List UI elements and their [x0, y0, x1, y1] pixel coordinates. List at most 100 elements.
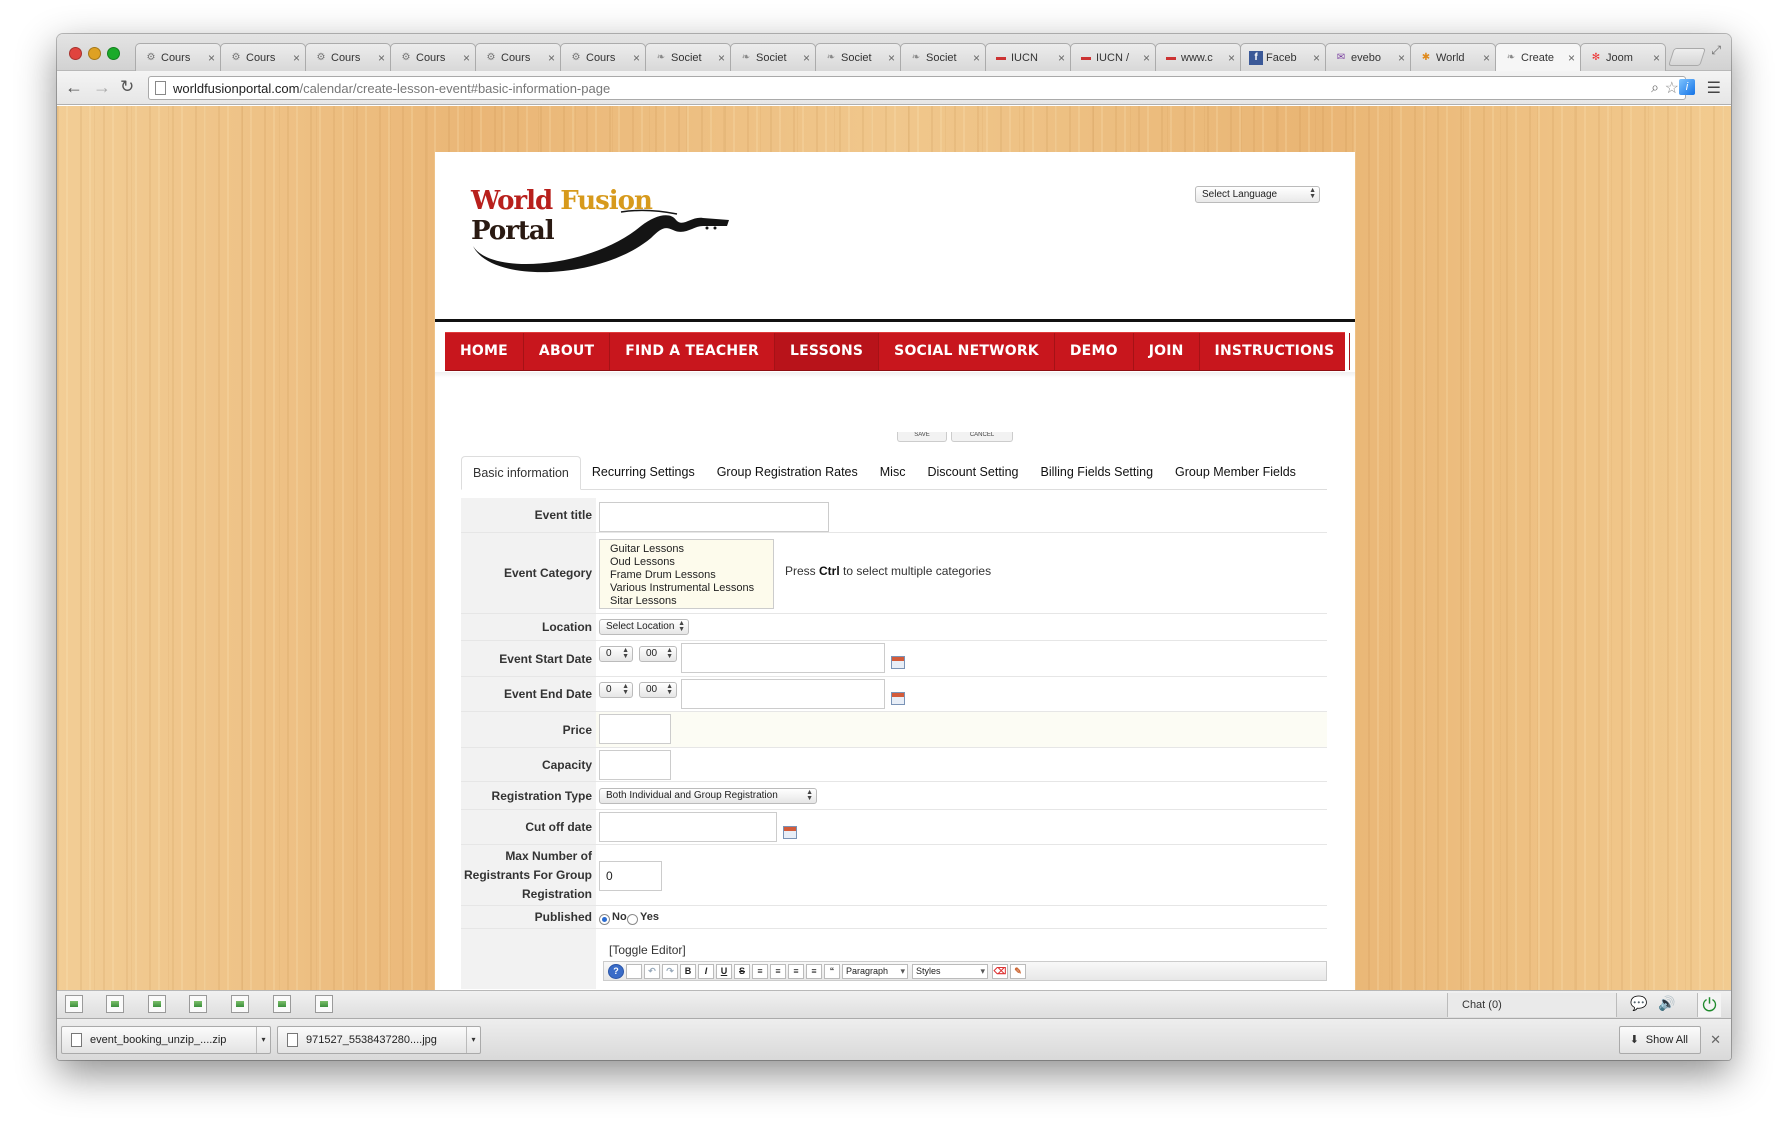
cancel-button[interactable]: CANCEL	[951, 432, 1013, 442]
price-input[interactable]	[599, 714, 671, 744]
address-bar[interactable]: worldfusionportal.com/calendar/create-le…	[148, 76, 1686, 100]
end-date-input[interactable]	[681, 679, 885, 709]
chat-button[interactable]: Chat (0)	[1447, 993, 1617, 1017]
end-minute-select[interactable]: 00	[639, 682, 677, 698]
registration-type-select[interactable]: Both Individual and Group Registration	[599, 788, 817, 804]
minimize-window-button[interactable]	[88, 47, 101, 60]
nav-item-demo[interactable]: DEMO	[1055, 333, 1134, 370]
redo-icon[interactable]: ↷	[662, 963, 678, 979]
broken-image-icon[interactable]	[273, 995, 291, 1013]
close-window-button[interactable]	[69, 47, 82, 60]
bookmark-star-icon[interactable]: ☆	[1665, 78, 1679, 98]
download-item[interactable]: event_booking_unzip_....zip ▾	[61, 1026, 271, 1054]
close-icon[interactable]: ×	[463, 51, 470, 65]
tab-group-member-fields[interactable]: Group Member Fields	[1164, 456, 1307, 490]
browser-tab[interactable]: ❧ Societ ×	[900, 43, 986, 71]
browser-tab[interactable]: ⚙ Cours ×	[475, 43, 561, 71]
nav-item-about[interactable]: ABOUT	[524, 333, 611, 370]
show-all-downloads-button[interactable]: Show All	[1618, 1026, 1701, 1054]
align-justify-icon[interactable]: ≡	[752, 963, 768, 979]
close-icon[interactable]: ×	[378, 51, 385, 65]
start-minute-select[interactable]: 00	[639, 646, 677, 662]
calendar-icon[interactable]	[891, 656, 905, 669]
browser-tab[interactable]: ✉ evebo ×	[1325, 43, 1411, 71]
close-icon[interactable]: ×	[1568, 51, 1575, 65]
site-logo[interactable]: World Fusion Portal	[471, 186, 741, 273]
broken-image-icon[interactable]	[315, 995, 333, 1013]
close-icon[interactable]: ×	[1313, 51, 1320, 65]
start-date-input[interactable]	[681, 643, 885, 673]
styles-select[interactable]: Styles	[912, 963, 988, 979]
close-icon[interactable]: ×	[1143, 51, 1150, 65]
close-icon[interactable]: ×	[718, 51, 725, 65]
close-icon[interactable]: ×	[1228, 51, 1235, 65]
align-center-icon[interactable]: ≡	[770, 963, 786, 979]
browser-tab[interactable]: ❧ Societ ×	[645, 43, 731, 71]
cutoff-date-input[interactable]	[599, 812, 777, 842]
close-icon[interactable]: ×	[633, 51, 640, 65]
category-option[interactable]: Various Instrumental Lessons	[610, 582, 773, 595]
event-title-input[interactable]	[599, 502, 829, 532]
nav-item-home[interactable]: HOME	[445, 333, 524, 370]
search-icon[interactable]: ⌕	[1651, 79, 1659, 96]
chat-bubble-icon[interactable]: 💬	[1630, 995, 1647, 1012]
close-icon[interactable]: ×	[548, 51, 555, 65]
browser-tab[interactable]: ✻ Joom ×	[1580, 43, 1666, 71]
close-icon[interactable]: ×	[1398, 51, 1405, 65]
browser-tab[interactable]: ⚙ Cours ×	[305, 43, 391, 71]
download-item[interactable]: 971527_5538437280....jpg ▾	[277, 1026, 481, 1054]
help-icon[interactable]: ?	[608, 963, 624, 979]
new-document-icon[interactable]	[626, 963, 642, 979]
close-icon[interactable]: ×	[293, 51, 300, 65]
nav-item-lessons[interactable]: LESSONS	[775, 333, 880, 370]
browser-tab[interactable]: ⚙ Cours ×	[390, 43, 476, 71]
bold-icon[interactable]: B	[680, 963, 696, 979]
published-no-radio[interactable]	[599, 914, 610, 925]
tab-recurring-settings[interactable]: Recurring Settings	[581, 456, 706, 490]
close-icon[interactable]: ×	[208, 51, 215, 65]
nav-item-social-network[interactable]: SOCIAL NETWORK	[879, 333, 1055, 370]
save-button[interactable]: SAVE	[897, 432, 947, 442]
extension-icon[interactable]: i	[1679, 79, 1695, 95]
max-registrants-input[interactable]: 0	[599, 861, 662, 891]
tab-misc[interactable]: Misc	[869, 456, 917, 490]
align-right-icon[interactable]: ≡	[806, 963, 822, 979]
capacity-input[interactable]	[599, 750, 671, 780]
close-icon[interactable]: ×	[973, 51, 980, 65]
broken-image-icon[interactable]	[106, 995, 124, 1013]
nav-item-instructions[interactable]: INSTRUCTIONS	[1200, 333, 1351, 370]
back-arrow-icon[interactable]: ←	[65, 77, 83, 97]
browser-tab[interactable]: ❧ Create ×	[1495, 43, 1581, 71]
broken-image-icon[interactable]	[189, 995, 207, 1013]
nav-item-find-a-teacher[interactable]: FIND A TEACHER	[610, 333, 776, 370]
category-option[interactable]: Sitar Lessons	[610, 595, 773, 608]
undo-icon[interactable]: ↶	[644, 963, 660, 979]
browser-tab[interactable]: ❧ Societ ×	[730, 43, 816, 71]
toggle-editor-link[interactable]: [Toggle Editor]	[609, 943, 686, 957]
eraser-icon[interactable]: ⌫	[992, 963, 1008, 979]
calendar-icon[interactable]	[783, 826, 797, 839]
forward-arrow-icon[interactable]: →	[93, 77, 111, 97]
published-yes-radio[interactable]	[627, 914, 638, 925]
align-left-icon[interactable]: ≡	[788, 963, 804, 979]
broken-image-icon[interactable]	[148, 995, 166, 1013]
browser-tab[interactable]: ❧ Societ ×	[815, 43, 901, 71]
reload-icon[interactable]: ↻	[120, 77, 134, 97]
italic-icon[interactable]: I	[698, 963, 714, 979]
paragraph-format-select[interactable]: Paragraph	[842, 963, 908, 979]
download-menu-arrow[interactable]: ▾	[256, 1027, 270, 1053]
fullscreen-icon[interactable]: ⤢	[1711, 43, 1721, 58]
category-option[interactable]: Guitar Lessons	[610, 543, 773, 556]
close-icon[interactable]: ✕	[1710, 1032, 1721, 1048]
menu-icon[interactable]: ☰	[1707, 78, 1721, 98]
tab-billing-fields-setting[interactable]: Billing Fields Setting	[1029, 456, 1164, 490]
category-option[interactable]: Oud Lessons	[610, 556, 773, 569]
tab-basic-information[interactable]: Basic information	[461, 456, 581, 490]
strikethrough-icon[interactable]: S	[734, 963, 750, 979]
zoom-window-button[interactable]	[107, 47, 120, 60]
browser-tab[interactable]: ✱ World ×	[1410, 43, 1496, 71]
browser-tab[interactable]: ⚙ Cours ×	[135, 43, 221, 71]
tab-discount-setting[interactable]: Discount Setting	[916, 456, 1029, 490]
event-category-listbox[interactable]: Guitar Lessons Oud Lessons Frame Drum Less…	[599, 539, 774, 609]
browser-tab[interactable]: ▬ IUCN ×	[985, 43, 1071, 71]
